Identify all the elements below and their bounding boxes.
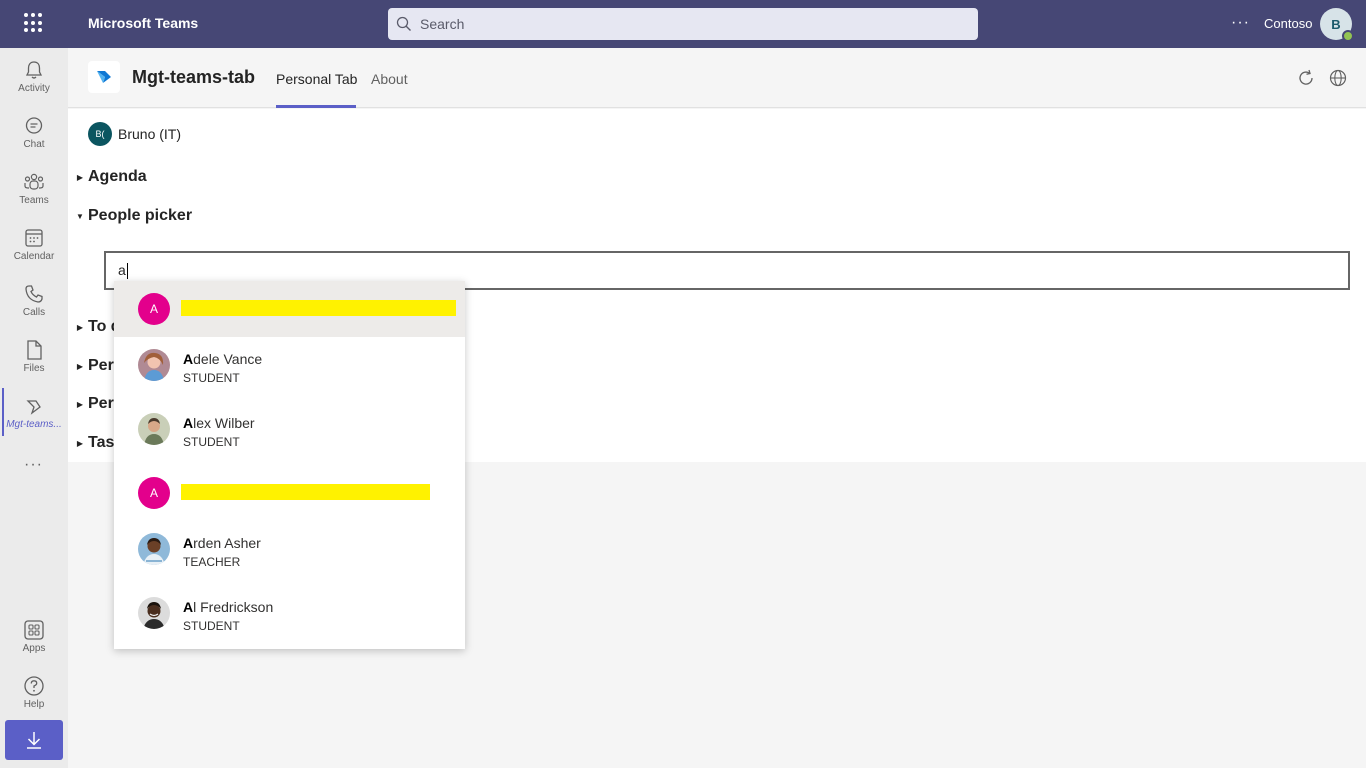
teams-icon [24,173,44,190]
app-launcher-icon[interactable] [24,13,44,33]
text-cursor [126,263,128,280]
app-header: Mgt-teams-tab Personal Tab About [68,48,1366,108]
download-icon [27,732,41,749]
file-icon [27,339,42,360]
app-name: Microsoft Teams [88,15,199,31]
left-rail: Activity Chat Teams Calendar Calls Files… [0,48,68,768]
rail-label: Activity [18,82,50,94]
caret-right-icon: ▶ [76,399,84,409]
active-tab-indicator [276,105,356,108]
app-logo-icon [88,61,120,93]
avatar [138,413,170,445]
person-role: STUDENT [183,371,240,385]
suggestion-item[interactable]: Arden Asher TEACHER [114,521,465,577]
suggestion-item[interactable]: Alex Wilber STUDENT [114,401,465,457]
rail-label: Mgt-teams... [6,418,62,430]
caret-down-icon: ▼ [76,211,84,221]
rail-item-teams[interactable]: Teams [0,160,68,216]
avatar: A [138,293,170,325]
avatar [138,533,170,565]
org-name[interactable]: Contoso [1264,16,1312,31]
download-app-button[interactable] [5,720,63,760]
app-icon [26,399,41,415]
caret-right-icon: ▶ [76,361,84,371]
caret-right-icon: ▶ [76,438,84,448]
more-options-icon[interactable]: ··· [1231,14,1250,32]
rail-item-apps[interactable]: Apps [0,608,68,664]
tab-personal-tab[interactable]: Personal Tab [276,71,357,87]
suggestion-item[interactable]: A [114,281,465,337]
section-label: People picker [88,207,193,224]
rail-item-calendar[interactable]: Calendar [0,216,68,272]
redacted-name [181,484,430,500]
profile-initial: B [1331,16,1341,32]
section-people-picker[interactable]: ▼ People picker [72,207,192,225]
chat-icon [25,116,43,134]
profile-avatar[interactable]: B [1320,8,1354,42]
rail-label: Apps [22,642,46,654]
search-placeholder: Search [420,16,465,32]
person-role: STUDENT [183,619,240,633]
rail-item-files[interactable]: Files [0,328,68,384]
phone-icon [25,284,43,303]
help-icon [24,675,44,696]
avatar [138,597,170,629]
apps-icon [24,619,44,640]
refresh-icon[interactable] [1296,68,1316,88]
more-apps-icon[interactable]: ··· [24,456,43,474]
rail-item-mgt-teams[interactable]: Mgt-teams... [0,384,68,440]
caret-right-icon: ▶ [76,322,84,332]
rail-label: Calls [22,306,46,318]
avatar [138,349,170,381]
user-name: Bruno (IT) [118,126,182,142]
section-label: Agenda [88,168,147,185]
people-suggestions-dropdown: A Adele Vance STUDENT Alex Wilber STUDEN… [114,281,465,649]
avatar: A [138,477,170,509]
caret-right-icon: ▶ [76,172,84,182]
rail-item-chat[interactable]: Chat [0,104,68,160]
person-name: Adele Vance [183,351,263,367]
globe-icon[interactable] [1328,68,1348,88]
section-agenda[interactable]: ▶ Agenda [72,168,147,186]
person-name: Al Fredrickson [183,599,274,615]
top-bar: Microsoft Teams Search ··· Contoso B [0,0,1366,48]
app-title: Mgt-teams-tab [132,67,256,87]
search-box[interactable]: Search [388,8,978,40]
tab-about[interactable]: About [371,71,408,87]
rail-item-help[interactable]: Help [0,664,68,720]
signed-in-user[interactable]: B( Bruno (IT) [88,122,181,146]
person-name: Alex Wilber [183,415,255,431]
avatar: B( [88,122,112,146]
rail-label: Calendar [13,250,55,262]
rail-item-calls[interactable]: Calls [0,272,68,328]
suggestion-item[interactable]: Al Fredrickson STUDENT [114,585,465,641]
suggestion-item[interactable]: Adele Vance STUDENT [114,337,465,393]
status-available-icon [1342,30,1354,42]
picker-input-value: a [118,262,126,278]
person-name: Arden Asher [183,535,261,551]
person-role: STUDENT [183,435,240,449]
redacted-name [181,300,456,316]
rail-label: Files [23,362,45,374]
rail-item-activity[interactable]: Activity [0,48,68,104]
rail-label: Chat [23,138,45,150]
suggestion-item[interactable]: A [114,465,465,521]
calendar-icon [25,228,43,247]
person-role: TEACHER [183,555,241,569]
bell-icon [25,60,43,79]
rail-label: Help [23,698,45,710]
search-icon [396,16,411,31]
rail-label: Teams [19,194,49,206]
